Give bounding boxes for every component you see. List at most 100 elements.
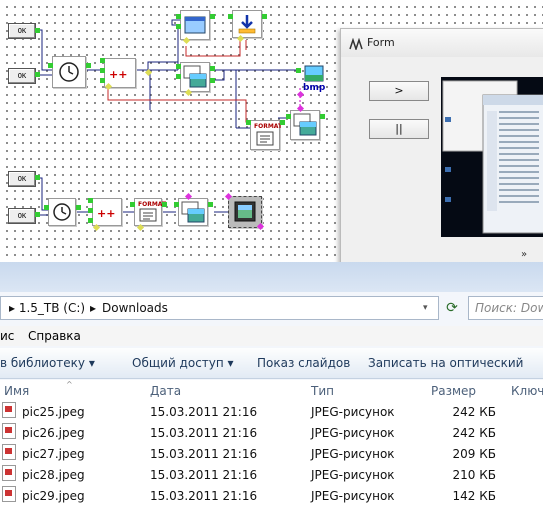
scroll-right-icon[interactable]: » <box>521 249 543 263</box>
port-connector <box>35 28 40 33</box>
port-connector <box>210 78 215 83</box>
capture-block-1[interactable] <box>180 62 210 92</box>
image-display-block[interactable] <box>228 196 262 228</box>
port-connector <box>35 175 40 180</box>
file-size: 210 КБ <box>452 468 496 482</box>
file-row[interactable]: pic29.jpeg 15.03.2011 21:16 JPEG-рисунок… <box>0 486 543 507</box>
slideshow-button[interactable]: Показ слайдов <box>257 348 350 378</box>
ok-button-2[interactable]: OK <box>8 68 36 84</box>
file-type: JPEG-рисунок <box>311 405 395 419</box>
file-type: JPEG-рисунок <box>311 489 395 503</box>
port-connector <box>210 14 215 19</box>
port-connector <box>320 114 325 119</box>
file-date: 15.03.2011 21:16 <box>150 447 258 461</box>
screenshot-icon <box>181 201 205 223</box>
file-type: JPEG-рисунок <box>311 468 395 482</box>
file-list: pic25.jpeg 15.03.2011 21:16 JPEG-рисунок… <box>0 402 543 503</box>
ok-button-1[interactable]: OK <box>8 23 36 39</box>
breadcrumb-folder[interactable]: Downloads <box>102 297 168 319</box>
screenshot-icon <box>183 65 207 88</box>
add-to-library-button[interactable]: в библиотеку ▾ <box>0 348 95 378</box>
ok-button-3[interactable]: OK <box>8 171 36 187</box>
column-type[interactable]: Тип <box>311 380 334 402</box>
bmp-block[interactable]: bmp <box>300 64 328 93</box>
file-name: pic28.jpeg <box>22 468 85 482</box>
port-connector <box>176 64 181 69</box>
capture-block-2[interactable] <box>290 110 320 140</box>
column-size[interactable]: Размер <box>431 380 476 402</box>
increment-label: ++ <box>97 207 116 220</box>
image-icon <box>304 65 324 82</box>
refresh-icon[interactable]: ⟳ <box>440 296 464 320</box>
clock-icon <box>53 203 71 221</box>
column-date[interactable]: Дата <box>150 380 181 402</box>
jpeg-file-icon <box>2 423 16 439</box>
file-size: 242 КБ <box>452 405 496 419</box>
format-block-2[interactable]: FORMAT <box>134 198 166 226</box>
port-connector <box>86 63 91 68</box>
play-button[interactable]: > <box>369 81 429 101</box>
file-date: 15.03.2011 21:16 <box>150 468 258 482</box>
port-connector <box>262 14 267 19</box>
port-connector <box>35 212 40 217</box>
explorer-titlebar <box>0 262 543 292</box>
preview-image <box>441 77 543 237</box>
breadcrumb-drive[interactable]: ▸ 1.5_TB (C:) <box>9 297 85 319</box>
port-connector <box>162 202 167 207</box>
search-input[interactable]: Поиск: Dow <box>468 296 543 320</box>
jpeg-file-icon <box>2 465 16 481</box>
command-bar: в библиотеку ▾ Общий доступ ▾ Показ слай… <box>0 348 543 400</box>
form-window[interactable]: Form > || » <box>340 28 543 266</box>
file-row[interactable]: pic27.jpeg 15.03.2011 21:16 JPEG-рисунок… <box>0 444 543 465</box>
menu-item-help[interactable]: Справка <box>28 326 81 346</box>
file-name: pic27.jpeg <box>22 447 85 461</box>
file-explorer: ▸ 1.5_TB (C:) ▸ Downloads ▾ ⟳ Поиск: Dow… <box>0 262 543 503</box>
port-connector <box>176 14 181 19</box>
file-row[interactable]: pic25.jpeg 15.03.2011 21:16 JPEG-рисунок… <box>0 402 543 423</box>
file-size: 242 КБ <box>452 426 496 440</box>
file-name: pic29.jpeg <box>22 489 85 503</box>
port-connector <box>88 208 93 213</box>
port-connector <box>44 205 49 210</box>
jpeg-file-icon <box>2 444 16 460</box>
increment-block-2[interactable]: ++ <box>92 198 122 226</box>
format-block-1[interactable]: FORMAT <box>250 120 282 150</box>
pause-button[interactable]: || <box>369 119 429 139</box>
file-size: 209 КБ <box>452 447 496 461</box>
port-connector <box>100 78 105 83</box>
timer-block-1[interactable] <box>52 56 86 88</box>
timer-block-2[interactable] <box>48 198 76 226</box>
file-type: JPEG-рисунок <box>311 447 395 461</box>
sort-ascending-icon: ^ <box>66 380 73 389</box>
text-icon <box>256 131 274 146</box>
port-connector <box>228 14 233 19</box>
port-connector <box>176 24 181 29</box>
port-connector <box>246 120 251 125</box>
file-row[interactable]: pic26.jpeg 15.03.2011 21:16 JPEG-рисунок… <box>0 423 543 444</box>
save-block[interactable] <box>232 10 262 38</box>
file-date: 15.03.2011 21:16 <box>150 489 258 503</box>
menu-item-service[interactable]: ис <box>0 326 14 346</box>
port-connector <box>130 202 135 207</box>
column-keywords[interactable]: Ключ <box>511 380 543 402</box>
port-connector <box>88 218 93 223</box>
download-icon <box>238 15 256 34</box>
column-name[interactable]: Имя <box>4 380 29 402</box>
window-block[interactable] <box>180 10 210 40</box>
column-header: Имя ^ Дата Тип Размер Ключ <box>0 380 543 403</box>
port-connector <box>176 74 181 79</box>
ok-button-4[interactable]: OK <box>8 208 36 224</box>
port-connector <box>100 58 105 63</box>
file-date: 15.03.2011 21:16 <box>150 405 258 419</box>
share-button[interactable]: Общий доступ ▾ <box>132 348 234 378</box>
file-name: pic26.jpeg <box>22 426 85 440</box>
port-connector <box>88 198 93 203</box>
form-title-bar[interactable]: Form <box>341 29 543 57</box>
address-dropdown-icon[interactable]: ▾ <box>423 297 428 319</box>
port-connector <box>296 68 301 73</box>
file-row[interactable]: pic28.jpeg 15.03.2011 21:16 JPEG-рисунок… <box>0 465 543 486</box>
text-icon <box>139 208 157 222</box>
app-logo-icon <box>349 38 363 50</box>
capture-block-3[interactable] <box>178 198 208 226</box>
address-bar[interactable]: ▸ 1.5_TB (C:) ▸ Downloads ▾ <box>0 296 439 320</box>
